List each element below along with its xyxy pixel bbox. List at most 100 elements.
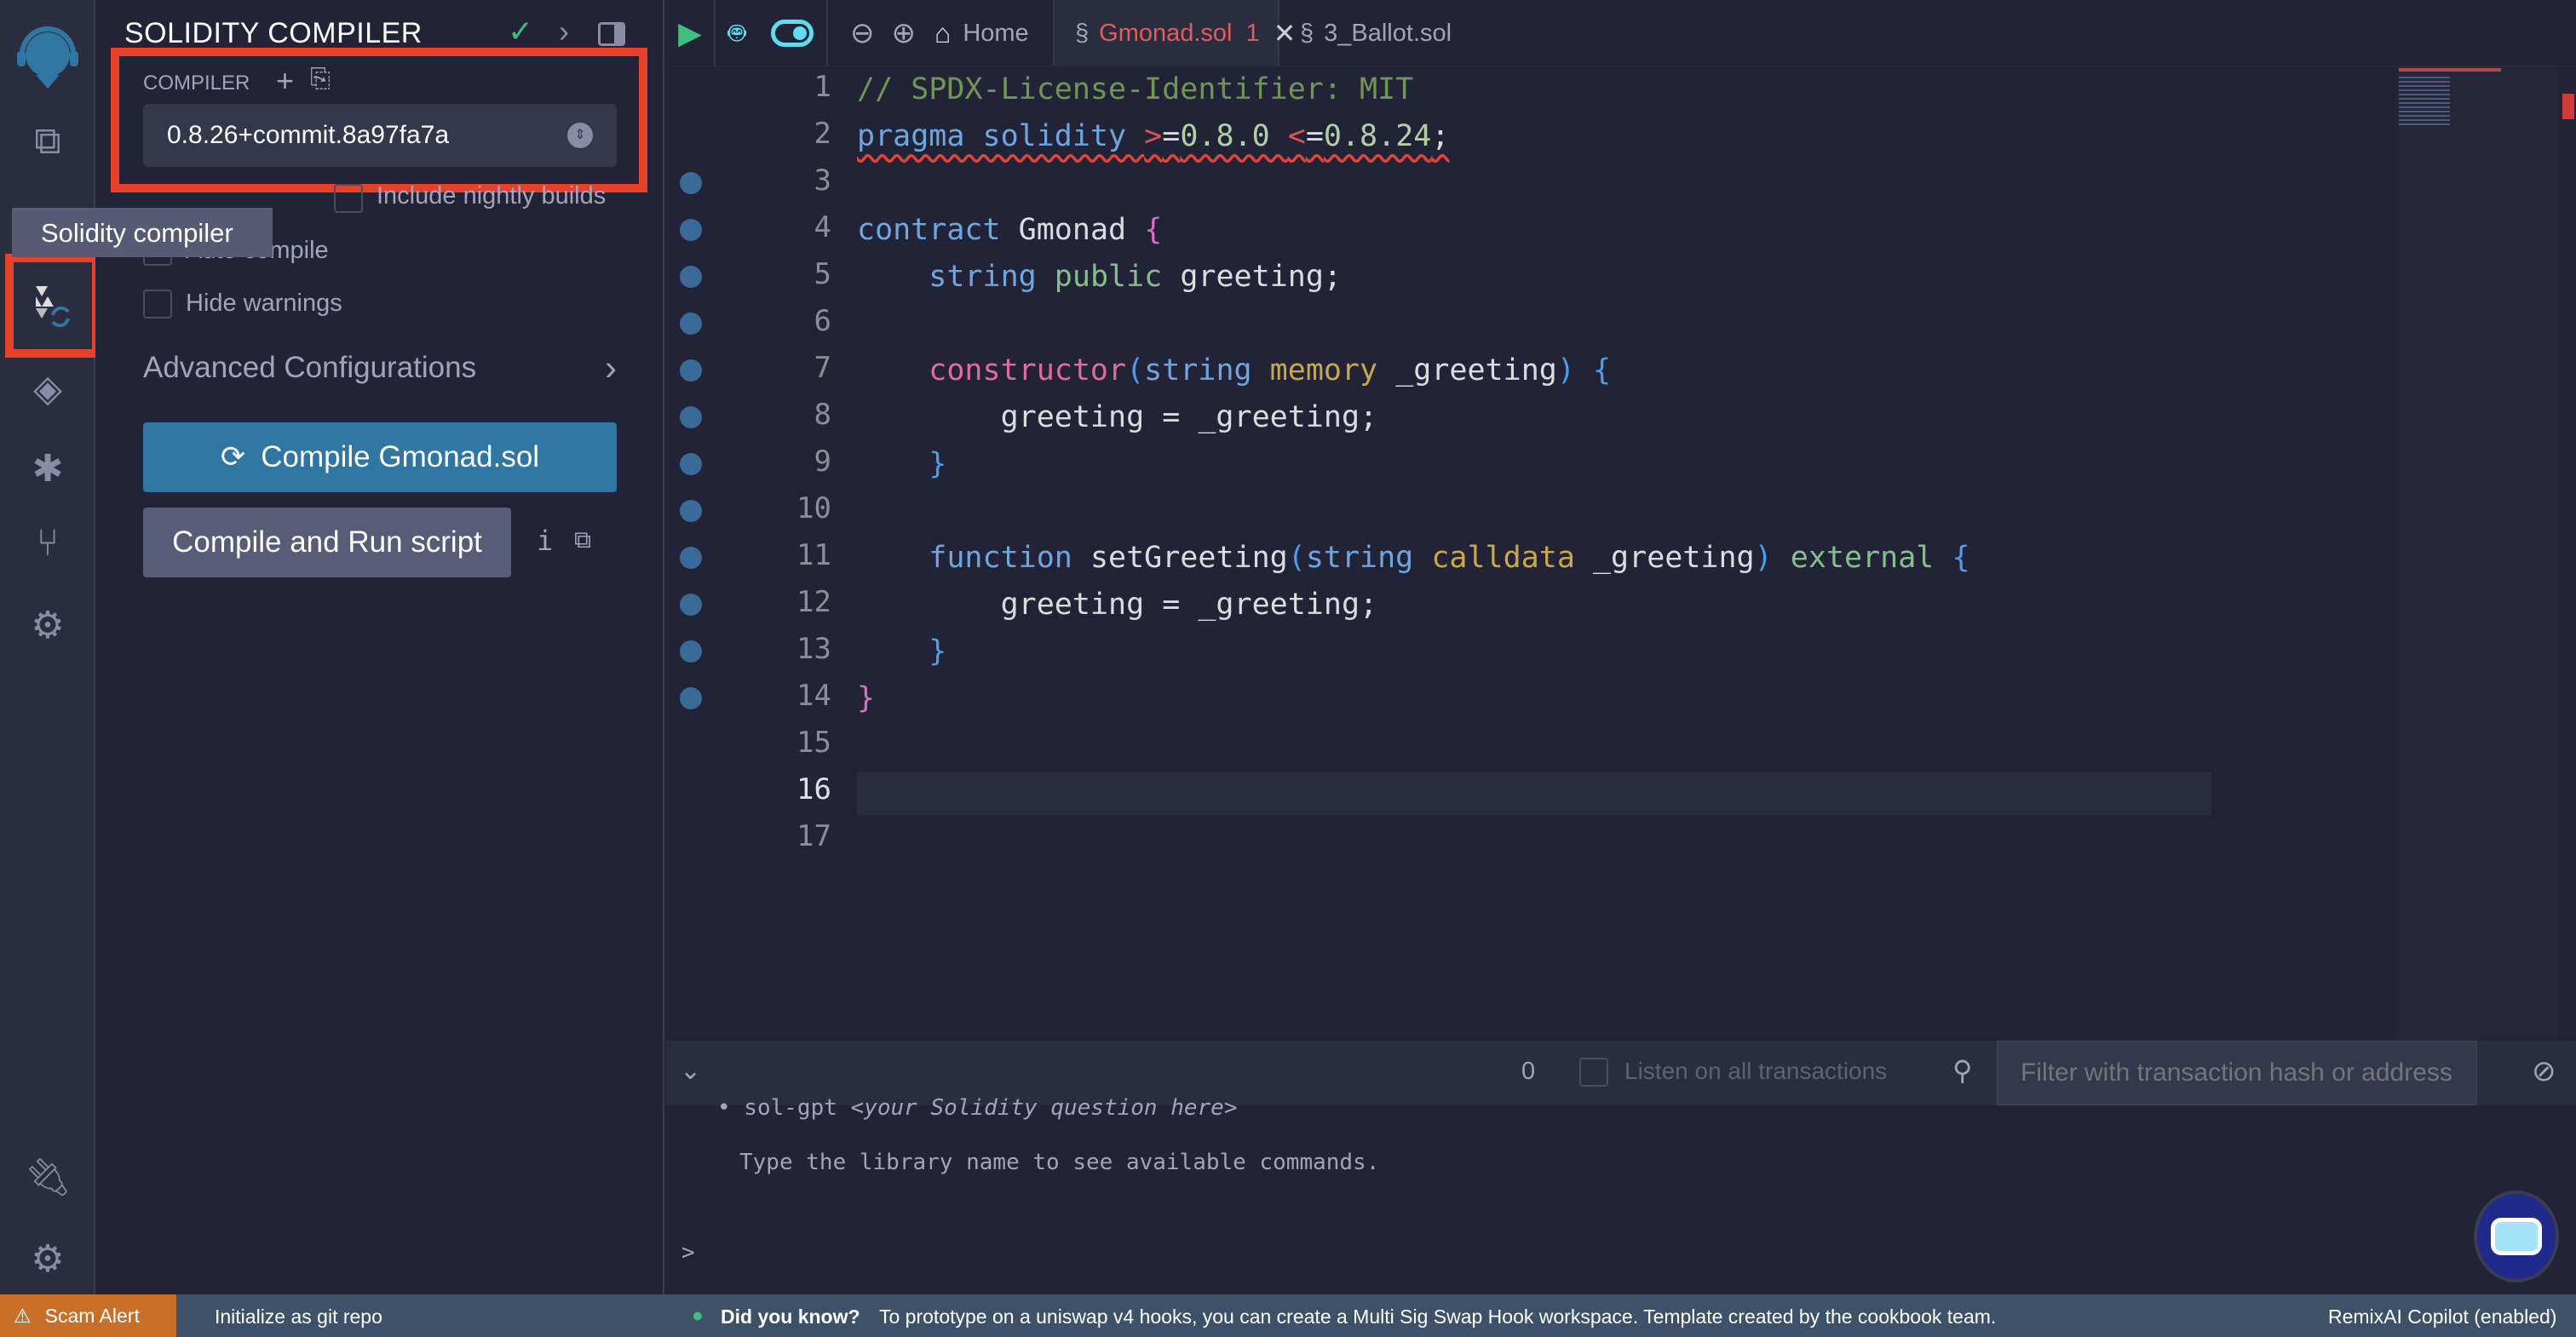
breakpoint-icon[interactable] bbox=[680, 500, 702, 522]
code-token: { bbox=[1952, 541, 1970, 575]
code-token: constructor bbox=[857, 353, 1127, 387]
advanced-configurations-toggle[interactable]: Advanced Configurations › bbox=[143, 347, 617, 388]
compile-button-label: Compile Gmonad.sol bbox=[261, 440, 540, 473]
settings-icon[interactable]: ⚙ bbox=[24, 1235, 72, 1282]
robot-icon[interactable]: 🤖︎ bbox=[728, 13, 745, 55]
breakpoint-icon[interactable] bbox=[680, 687, 702, 709]
breakpoint-icon[interactable] bbox=[680, 547, 702, 569]
breakpoint-icon[interactable] bbox=[680, 172, 702, 194]
line-gutter: 1 2 3 4 5 6 7 8 9 10 11 12 13 14 15 16 17 bbox=[666, 66, 857, 1041]
zoom-out-icon[interactable]: ⊖ bbox=[850, 16, 875, 50]
toggle-icon[interactable] bbox=[771, 20, 814, 47]
icon-bar: ⧉ ○ ◈ ✱ ⑂ ⚙ 🔌︎ ⚙ bbox=[0, 0, 101, 1294]
code-line: } bbox=[857, 441, 946, 488]
breakpoint-icon[interactable] bbox=[680, 406, 702, 428]
deploy-run-icon[interactable]: ◈ bbox=[24, 364, 72, 412]
add-compiler-icon[interactable]: + bbox=[276, 63, 294, 99]
home-icon: ⌂ bbox=[934, 17, 952, 49]
zoom-in-icon[interactable]: ⊕ bbox=[892, 16, 917, 50]
copy-icon[interactable]: ⧉ bbox=[574, 526, 591, 554]
minimap[interactable] bbox=[2395, 66, 2557, 1041]
run-script-icon[interactable]: ▶ bbox=[666, 0, 716, 66]
code-token: memory bbox=[1269, 353, 1396, 387]
advanced-label: Advanced Configurations bbox=[143, 351, 477, 384]
breakpoint-icon[interactable] bbox=[680, 266, 702, 288]
terminal-line: Type the library name to see available c… bbox=[739, 1150, 1380, 1175]
compiler-version-select[interactable]: 0.8.26+commit.8a97fa7a ⇕ bbox=[143, 104, 617, 167]
code-token: setGreeting bbox=[1090, 541, 1288, 575]
code-line: contract Gmonad { bbox=[857, 207, 1162, 254]
remixai-copilot-status[interactable]: RemixAI Copilot (enabled) bbox=[2328, 1305, 2556, 1328]
debugger-icon[interactable]: ✱ bbox=[24, 445, 72, 492]
code-token: Gmonad bbox=[1018, 213, 1145, 247]
check-icon: ✓ bbox=[508, 14, 534, 49]
panel-toggle-icon[interactable] bbox=[598, 22, 625, 46]
code-line: } bbox=[857, 675, 875, 722]
plugin-manager-icon[interactable]: 🔌︎ bbox=[24, 1153, 72, 1201]
scam-alert-button[interactable]: ⚠ Scam Alert bbox=[0, 1294, 176, 1337]
code-token: > bbox=[1144, 119, 1163, 153]
home-tab[interactable]: ⊖ ⊕ ⌂ Home bbox=[828, 0, 1053, 66]
breakpoint-icon[interactable] bbox=[680, 359, 702, 382]
tab-ballot[interactable]: § 3_Ballot.sol bbox=[1279, 0, 1484, 66]
git-icon[interactable]: ⑂ bbox=[24, 519, 72, 567]
clear-console-icon[interactable]: ⊘ bbox=[2532, 1054, 2556, 1088]
robot-icon bbox=[2491, 1218, 2542, 1255]
solidity-file-icon: § bbox=[1300, 19, 1314, 47]
code-token: contract bbox=[857, 213, 1019, 247]
include-nightly-checkbox[interactable] bbox=[334, 184, 363, 213]
code-token: } bbox=[857, 634, 947, 668]
code-token: = bbox=[1305, 119, 1324, 153]
listen-label: Listen on all transactions bbox=[1624, 1058, 1888, 1084]
breakpoint-icon[interactable] bbox=[680, 640, 702, 663]
warning-icon: ⚠ bbox=[14, 1304, 32, 1327]
lightbulb-icon: ● bbox=[692, 1304, 704, 1326]
highlight-box bbox=[5, 254, 101, 358]
code-token: ) bbox=[1754, 541, 1791, 575]
line-number: 14 bbox=[796, 679, 831, 713]
hide-warnings-checkbox[interactable] bbox=[143, 290, 172, 318]
terminal-prompt[interactable]: > bbox=[681, 1240, 695, 1265]
line-number: 15 bbox=[796, 726, 831, 760]
breakpoint-icon[interactable] bbox=[680, 313, 702, 335]
compile-and-run-button[interactable]: Compile and Run script bbox=[143, 508, 511, 577]
code-line: greeting = _greeting; bbox=[857, 582, 1378, 628]
tab-label: Gmonad.sol bbox=[1099, 19, 1233, 47]
code-area[interactable]: // SPDX-License-Identifier: MIT pragma so… bbox=[857, 66, 2211, 1041]
remixai-bot-button[interactable] bbox=[2474, 1191, 2559, 1282]
code-token: } bbox=[857, 447, 947, 481]
line-number: 4 bbox=[814, 210, 831, 244]
line-number: 11 bbox=[796, 538, 831, 572]
remix-logo-icon[interactable] bbox=[12, 24, 83, 95]
info-icon[interactable]: i bbox=[537, 525, 553, 557]
transaction-filter-input[interactable] bbox=[1997, 1041, 2477, 1105]
solidity-file-icon: § bbox=[1075, 19, 1090, 47]
tab-gmonad[interactable]: § Gmonad.sol 1 ✕ bbox=[1053, 0, 1296, 66]
code-token: { bbox=[1593, 353, 1612, 387]
code-token: _greeting bbox=[1592, 541, 1755, 575]
terminal-output[interactable]: • sol-gpt <your Solidity question here> … bbox=[666, 1095, 2576, 1294]
code-line: string public greeting; bbox=[857, 254, 1342, 301]
file-explorer-icon[interactable]: ⧉ bbox=[24, 118, 72, 165]
compile-button[interactable]: ⟳ Compile Gmonad.sol bbox=[143, 422, 617, 492]
custom-compiler-icon[interactable]: ⎘ bbox=[310, 65, 331, 94]
hide-warnings-label: Hide warnings bbox=[186, 290, 342, 317]
init-git-link[interactable]: Initialize as git repo bbox=[215, 1305, 382, 1328]
collapse-terminal-icon[interactable]: ⌄ bbox=[680, 1056, 701, 1086]
error-count-badge: 1 bbox=[1245, 19, 1260, 47]
code-token: ( bbox=[1287, 541, 1306, 575]
chevron-right-icon[interactable]: › bbox=[559, 14, 569, 49]
breakpoint-icon[interactable] bbox=[680, 219, 702, 241]
search-icon[interactable]: ⚲ bbox=[1952, 1054, 1972, 1087]
code-token: function bbox=[857, 541, 1090, 575]
code-token: calldata bbox=[1431, 541, 1593, 575]
settings-plugin-icon[interactable]: ⚙ bbox=[24, 601, 72, 649]
breakpoint-icon[interactable] bbox=[680, 453, 702, 475]
scam-alert-label: Scam Alert bbox=[44, 1304, 140, 1327]
listen-checkbox[interactable] bbox=[1579, 1058, 1608, 1087]
code-token: { bbox=[1144, 213, 1163, 247]
breakpoint-icon[interactable] bbox=[680, 594, 702, 616]
error-marker bbox=[2562, 94, 2574, 119]
ai-tools: 🤖︎ bbox=[716, 0, 828, 66]
line-number: 16 bbox=[796, 772, 831, 806]
